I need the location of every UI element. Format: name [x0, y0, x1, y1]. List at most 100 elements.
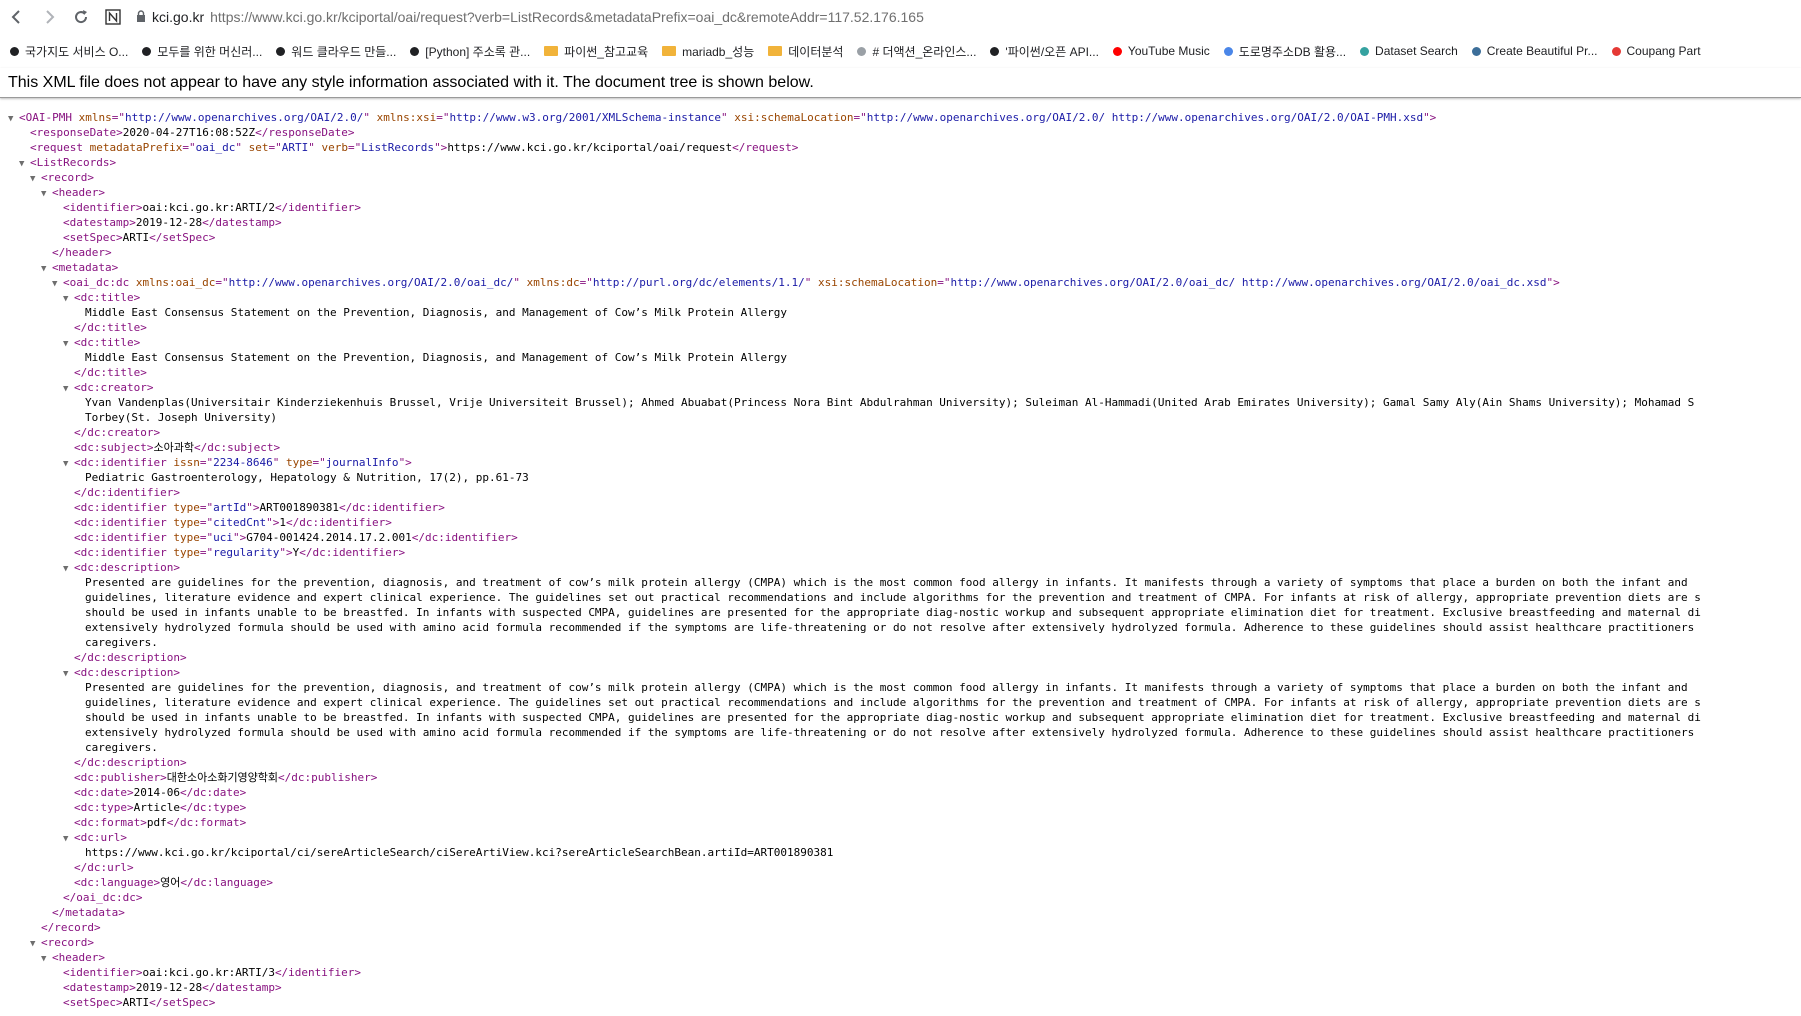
xml-tag-token: ": [235, 141, 249, 154]
xml-tree-line: caregivers.: [0, 740, 1801, 755]
xml-tree-line: ▼ <oai_dc:dc xmlns:oai_dc="http://www.ope…: [0, 275, 1801, 290]
collapse-toggle-icon[interactable]: ▼: [30, 937, 41, 950]
xml-tag-token: <record>: [41, 936, 94, 949]
xml-text-content: oai:kci.go.kr:ARTI/2: [142, 201, 275, 214]
bookmark-item[interactable]: 도로명주소DB 활용...: [1223, 43, 1346, 60]
xml-tag-token: </header>: [52, 246, 112, 259]
xml-tree-line: ▼ <record>: [0, 170, 1801, 185]
collapse-toggle-icon[interactable]: ▼: [41, 187, 52, 200]
xml-tag-token: <ListRecords>: [30, 156, 117, 169]
collapse-toggle-icon[interactable]: ▼: [63, 292, 74, 305]
xml-attr-name: set: [248, 141, 269, 154]
collapse-toggle-icon[interactable]: ▼: [63, 667, 74, 680]
bookmark-label: Dataset Search: [1375, 44, 1458, 58]
favicon-icon: [1360, 46, 1370, 56]
xml-text-content: ARTI: [122, 231, 150, 244]
xml-tag-token: <dc:identifier: [74, 456, 174, 469]
xml-attr-name: xsi:schemaLocation: [818, 276, 938, 289]
bookmark-item[interactable]: [Python] 주소록 관...: [410, 43, 530, 60]
xml-text-content: 2019-12-28: [135, 216, 203, 229]
xml-tree-line: Presented are guidelines for the prevent…: [0, 575, 1801, 590]
xml-attr-value: http://www.openarchives.org/OAI/2.0/ htt…: [866, 111, 1424, 124]
xml-tag-token: <metadata>: [52, 261, 119, 274]
xml-tag-token: </dc:identifier>: [338, 501, 445, 514]
xml-tree-line: <dc:language>영어</dc:language>: [0, 875, 1801, 890]
xml-text-content: guidelines, literature evidence and expe…: [85, 591, 1701, 604]
xml-tag-token: </dc:creator>: [74, 426, 161, 439]
bookmark-item[interactable]: # 더액션_온라인스...: [857, 43, 976, 60]
xml-attr-name: xmlns:xsi: [376, 111, 437, 124]
bookmark-item[interactable]: 워드 클라우드 만들...: [276, 43, 396, 60]
xml-tree-line: </header>: [0, 245, 1801, 260]
xml-tree-line: </dc:identifier>: [0, 485, 1801, 500]
xml-tree-line: <dc:subject>소아과학</dc:subject>: [0, 440, 1801, 455]
xml-tree-line: guidelines, literature evidence and expe…: [0, 695, 1801, 710]
xml-tree-line: extensively hydrolyzed formula should be…: [0, 725, 1801, 740]
xml-attr-value: http://purl.org/dc/elements/1.1/: [592, 276, 805, 289]
collapse-toggle-icon[interactable]: ▼: [19, 157, 30, 170]
collapse-toggle-icon[interactable]: ▼: [63, 457, 74, 470]
bookmark-item[interactable]: Coupang Part: [1611, 44, 1701, 58]
bookmark-item[interactable]: Dataset Search: [1360, 44, 1458, 58]
xml-tag-token: </responseDate>: [255, 126, 355, 139]
folder-icon: [662, 46, 677, 56]
xml-tag-token: <datestamp>: [63, 216, 136, 229]
xml-tag-token: <responseDate>: [30, 126, 123, 139]
bookmark-label: [Python] 주소록 관...: [425, 44, 531, 59]
xml-tag-token: <oai_dc:dc: [63, 276, 136, 289]
xml-tag-token: =": [111, 111, 125, 124]
xml-tree-line: ▼ <record>: [0, 935, 1801, 950]
collapse-toggle-icon[interactable]: ▼: [63, 832, 74, 845]
xml-tag-token: ": [308, 141, 322, 154]
bookmark-item[interactable]: 국가지도 서비스 O...: [10, 43, 128, 60]
xml-tag-token: </dc:language>: [180, 876, 274, 889]
reload-icon[interactable]: [66, 2, 96, 32]
xml-tag-token: <dc:identifier: [74, 546, 174, 559]
forward-arrow-icon[interactable]: [34, 2, 64, 32]
xml-tag-token: <dc:url>: [74, 831, 127, 844]
xml-tag-token: </dc:identifier>: [74, 486, 180, 499]
collapse-toggle-icon[interactable]: ▼: [30, 172, 41, 185]
collapse-toggle-icon[interactable]: ▼: [63, 562, 74, 575]
collapse-toggle-icon[interactable]: ▼: [41, 262, 52, 275]
xml-tree-line: </dc:creator>: [0, 425, 1801, 440]
collapse-toggle-icon[interactable]: ▼: [52, 277, 63, 290]
folder-icon: [544, 46, 559, 56]
bookmark-item[interactable]: 데이터분석: [768, 43, 843, 60]
xml-tag-token: <dc:subject>: [74, 441, 154, 454]
n-extension-icon[interactable]: [98, 2, 128, 32]
xml-tag-token: <dc:description>: [74, 561, 180, 574]
collapse-toggle-icon[interactable]: ▼: [63, 337, 74, 350]
favicon-icon: [1471, 46, 1481, 56]
xml-text-content: 1: [279, 516, 286, 529]
bookmark-item[interactable]: 파이썬_참고교육: [544, 43, 648, 60]
xml-text-content: oai:kci.go.kr:ARTI/3: [142, 966, 275, 979]
collapse-toggle-icon[interactable]: ▼: [63, 382, 74, 395]
xml-text-content: guidelines, literature evidence and expe…: [85, 696, 1701, 709]
bookmark-item[interactable]: mariadb_성능: [662, 43, 754, 60]
back-arrow-icon[interactable]: [2, 2, 32, 32]
xml-tree-line: <dc:identifier type="citedCnt">1</dc:ide…: [0, 515, 1801, 530]
xml-tag-token: </oai_dc:dc>: [63, 891, 143, 904]
xml-tag-token: =": [937, 276, 951, 289]
xml-tree-line: ▼ <metadata>: [0, 260, 1801, 275]
xml-text-content: 소아과학: [153, 441, 194, 454]
xml-tag-token: <OAI-PMH: [19, 111, 79, 124]
xml-text-content: extensively hydrolyzed formula should be…: [85, 726, 1695, 739]
xml-tag-token: =": [199, 516, 214, 529]
xml-tag-token: <dc:title>: [74, 291, 141, 304]
xml-text-content: ART001890381: [259, 501, 339, 514]
xml-attr-name: type: [285, 456, 313, 469]
bookmark-item[interactable]: 모두를 위한 머신러...: [142, 43, 262, 60]
xml-tree-line: ▼ <dc:title>: [0, 290, 1801, 305]
xml-tag-token: ": [272, 456, 286, 469]
bookmark-item[interactable]: '파이썬/오픈 API...: [990, 43, 1099, 60]
xml-tree-line: </dc:title>: [0, 320, 1801, 335]
bookmark-item[interactable]: Create Beautiful Pr...: [1471, 44, 1598, 58]
xml-text-content: Presented are guidelines for the prevent…: [85, 681, 1688, 694]
collapse-toggle-icon[interactable]: ▼: [8, 112, 19, 125]
collapse-toggle-icon[interactable]: ▼: [41, 952, 52, 965]
bookmark-item[interactable]: YouTube Music: [1112, 44, 1210, 58]
address-bar[interactable]: kci.go.kr https://www.kci.go.kr/kciporta…: [136, 9, 924, 25]
xml-text-content: caregivers.: [85, 636, 158, 649]
